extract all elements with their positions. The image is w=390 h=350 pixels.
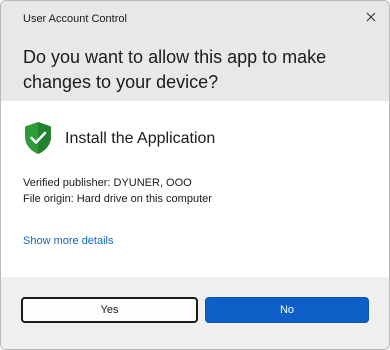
shield-check-icon	[25, 122, 51, 154]
close-icon	[366, 12, 376, 22]
verified-publisher: Verified publisher: DYUNER, OOO	[23, 177, 192, 189]
yes-button[interactable]: Yes	[21, 297, 198, 323]
dialog-header: User Account Control Do you want to allo…	[1, 1, 389, 101]
dialog-content: Install the Application Verified publish…	[1, 101, 389, 277]
close-button[interactable]	[357, 5, 385, 29]
app-name: Install the Application	[65, 130, 216, 147]
window-title: User Account Control	[23, 13, 127, 25]
prompt-question: Do you want to allow this app to make ch…	[23, 47, 327, 92]
dialog-footer: Yes No	[1, 277, 389, 349]
no-button[interactable]: No	[205, 297, 369, 323]
uac-dialog: User Account Control Do you want to allo…	[0, 0, 390, 350]
show-more-details-link[interactable]: Show more details	[23, 235, 114, 247]
file-origin: File origin: Hard drive on this computer	[23, 193, 212, 205]
